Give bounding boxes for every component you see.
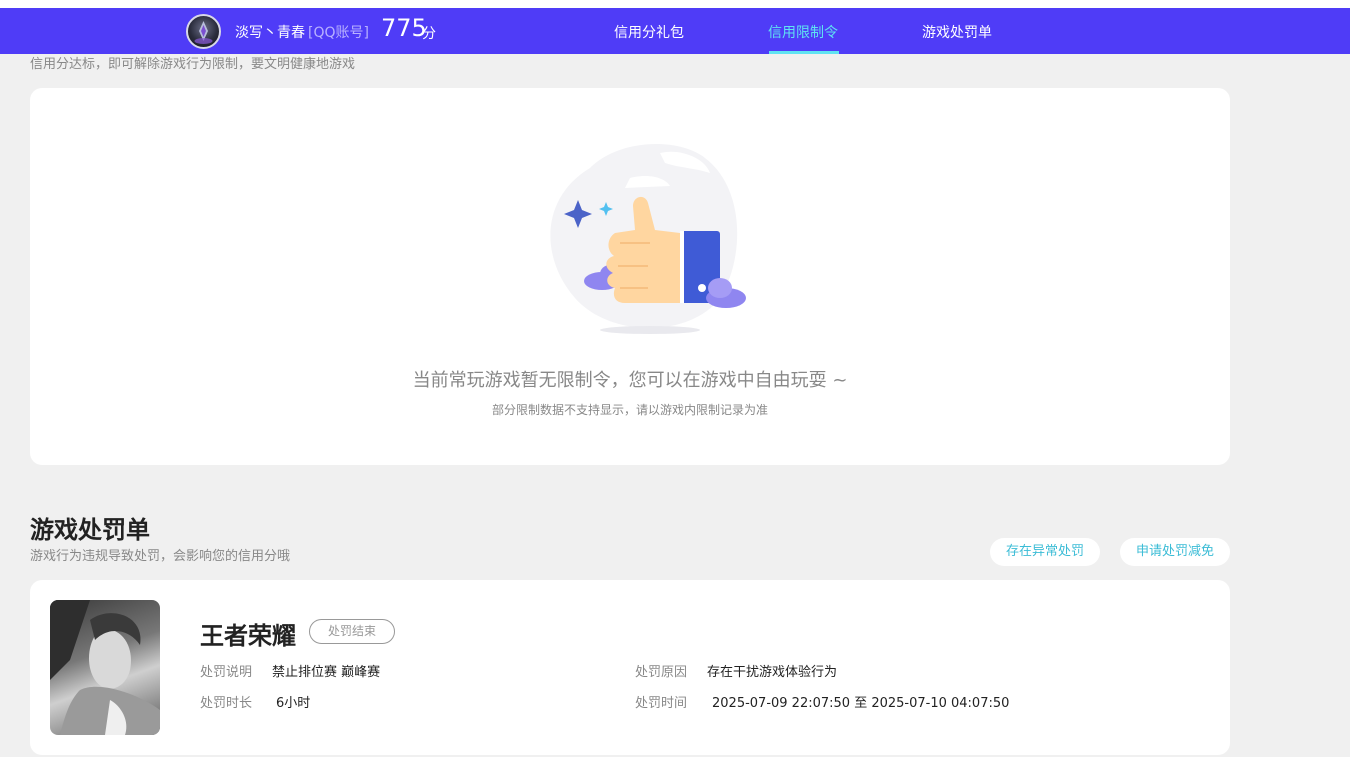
game-cover-image [50,600,160,735]
penalty-time-value: 2025-07-09 22:07:50 至 2025-07-10 04:07:5… [712,696,1010,711]
tab-game-penalty[interactable]: 游戏处罚单 [922,22,992,42]
top-strip [0,0,1350,8]
account-type-label: [QQ账号] [308,25,369,41]
empty-state-note: 部分限制数据不支持显示，请以游戏内限制记录为准 [491,403,768,417]
penalty-card: 王者荣耀 处罚结束 处罚说明 禁止排位赛 巅峰赛 处罚原因 存在干扰游戏体验行为… [30,580,1230,755]
empty-state-title: 当前常玩游戏暂无限制令，您可以在游戏中自由玩耍 ~ [412,370,848,391]
active-tab-underline [769,51,839,54]
abnormal-penalty-button[interactable]: 存在异常处罚 [990,538,1100,566]
penalty-desc-value: 禁止排位赛 巅峰赛 [272,665,381,680]
penalty-section-description: 游戏行为违规导致处罚，会影响您的信用分哦 [30,549,291,564]
penalty-duration-value: 6小时 [276,696,311,711]
restriction-description: 信用分达标，即可解除游戏行为限制，要文明健康地游戏 [30,57,356,72]
tab-credit-restriction[interactable]: 信用限制令 [768,22,838,42]
status-badge: 处罚结束 [309,619,395,644]
penalty-duration-label: 处罚时长 [200,696,253,711]
nickname: 淡写丶青春 [235,25,305,41]
restriction-empty-card: 当前常玩游戏暂无限制令，您可以在游戏中自由玩耍 ~ 部分限制数据不支持显示，请以… [30,88,1230,465]
thumbs-up-icon [530,138,750,342]
top-navbar: 淡写丶青春 [QQ账号] 775 分 信用分礼包 信用限制令 游戏处罚单 [0,8,1350,54]
credit-score-unit: 分 [422,26,436,42]
penalty-desc-label: 处罚说明 [200,665,253,680]
penalty-section-title: 游戏处罚单 [30,516,150,544]
credit-score: 775 [381,14,427,42]
avatar[interactable] [186,14,221,49]
penalty-reason-label: 处罚原因 [635,665,688,680]
tab-credit-gift[interactable]: 信用分礼包 [614,22,684,42]
appeal-penalty-button[interactable]: 申请处罚减免 [1120,538,1230,566]
game-name: 王者荣耀 [200,622,296,650]
penalty-time-label: 处罚时间 [635,696,688,711]
penalty-reason-value: 存在干扰游戏体验行为 [707,665,838,680]
